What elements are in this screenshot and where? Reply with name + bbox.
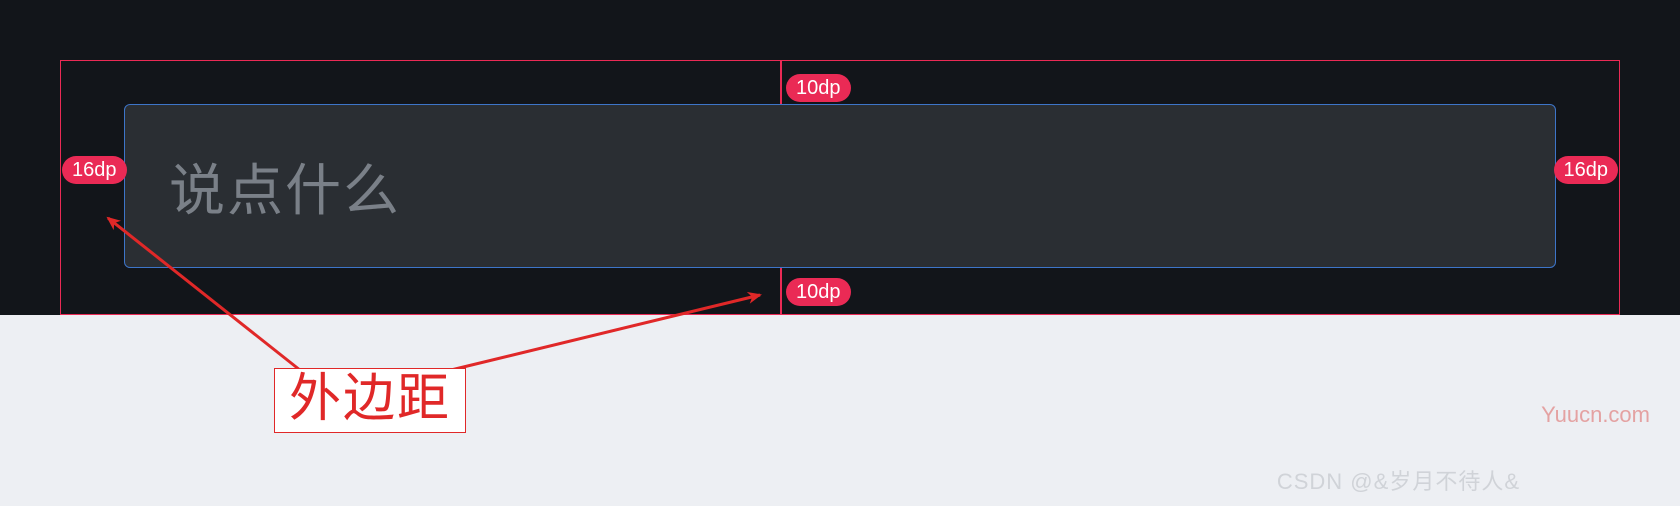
margin-badge-top: 10dp [786,74,851,102]
design-canvas: 说点什么 10dp 10dp 16dp 16dp [0,0,1680,315]
input-placeholder: 说点什么 [169,146,401,227]
margin-badge-left: 16dp [62,156,127,184]
annotation-label-box: 外边距 [274,368,466,433]
annotation-label: 外边距 [289,370,451,428]
margin-guide-top [780,60,782,104]
watermark-site: Yuucn.com [1541,402,1650,428]
margin-badge-bottom: 10dp [786,278,851,306]
margin-guide-bottom [780,268,782,315]
watermark-author: CSDN @&岁月不待人& [1277,464,1520,496]
margin-badge-right: 16dp [1554,156,1619,184]
text-input-element[interactable]: 说点什么 [124,104,1556,268]
